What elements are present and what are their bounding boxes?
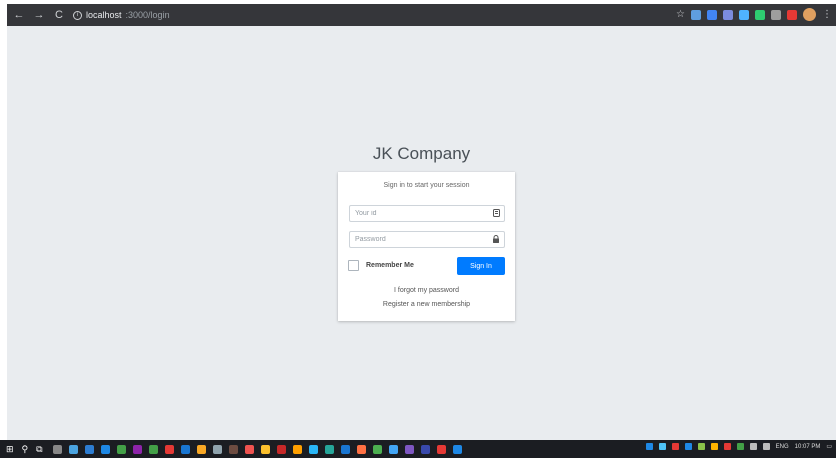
back-icon[interactable]: ← <box>13 9 25 21</box>
taskbar-app-icon[interactable] <box>68 444 78 454</box>
forgot-password-link[interactable]: I forgot my password <box>338 287 515 294</box>
task-view-icon[interactable]: ⧉ <box>36 444 42 455</box>
url-path: :3000/login <box>125 10 170 20</box>
lock-icon <box>492 234 500 245</box>
id-card-icon <box>493 208 500 219</box>
taskbar-app-icon[interactable] <box>132 444 142 454</box>
login-page: JK Company Sign in to start your session… <box>7 26 836 440</box>
extension-icon[interactable] <box>723 9 733 20</box>
clock[interactable]: 10:07 PM <box>795 444 821 450</box>
tray-icon[interactable] <box>710 443 718 450</box>
extension-icon[interactable] <box>691 9 701 20</box>
forward-icon[interactable]: → <box>33 9 45 21</box>
remember-me-checkbox[interactable] <box>348 260 359 271</box>
extensions-area: ☆ ⋮ <box>676 8 832 21</box>
taskbar-app-icon[interactable] <box>452 444 462 454</box>
browser-toolbar: ← → C i localhost:3000/login ☆ ⋮ <box>7 4 836 26</box>
pinned-apps <box>52 444 462 454</box>
reload-icon[interactable]: C <box>53 9 65 21</box>
tray-icon[interactable] <box>658 443 666 450</box>
address-bar[interactable]: i localhost:3000/login <box>73 10 170 20</box>
password-field[interactable] <box>349 231 505 248</box>
brand-title[interactable]: JK Company <box>7 144 836 164</box>
taskbar: ⊞ ⚲ ⧉ ENG 10:07 PM ▭ <box>0 440 836 458</box>
taskbar-app-icon[interactable] <box>420 444 430 454</box>
tray-icon[interactable] <box>749 443 757 450</box>
tray-icon[interactable] <box>736 443 744 450</box>
extension-icon[interactable] <box>755 9 765 20</box>
tray-icon[interactable] <box>723 443 731 450</box>
taskbar-app-icon[interactable] <box>164 444 174 454</box>
browser-menu-icon[interactable]: ⋮ <box>822 9 832 20</box>
taskbar-app-icon[interactable] <box>356 444 366 454</box>
taskbar-app-icon[interactable] <box>340 444 350 454</box>
tray-icon[interactable] <box>671 443 679 450</box>
taskbar-app-icon[interactable] <box>260 444 270 454</box>
taskbar-app-icon[interactable] <box>116 444 126 454</box>
taskbar-app-icon[interactable] <box>212 444 222 454</box>
extension-icon[interactable] <box>787 9 797 20</box>
taskbar-app-icon[interactable] <box>324 444 334 454</box>
tray-icon[interactable] <box>697 443 705 450</box>
system-tray: ENG 10:07 PM ▭ <box>645 443 832 450</box>
bookmark-star-icon[interactable]: ☆ <box>676 9 685 20</box>
taskbar-app-icon[interactable] <box>148 444 158 454</box>
search-icon[interactable]: ⚲ <box>22 444 29 455</box>
user-id-input[interactable] <box>355 210 485 217</box>
taskbar-app-icon[interactable] <box>196 444 206 454</box>
taskbar-app-icon[interactable] <box>388 444 398 454</box>
site-info-icon[interactable]: i <box>73 10 82 20</box>
extension-icon[interactable] <box>739 9 749 20</box>
taskbar-app-icon[interactable] <box>372 444 382 454</box>
profile-avatar[interactable] <box>803 8 816 21</box>
taskbar-app-icon[interactable] <box>436 444 446 454</box>
password-input[interactable] <box>355 236 485 243</box>
taskbar-app-icon[interactable] <box>100 444 110 454</box>
taskbar-app-icon[interactable] <box>52 444 62 454</box>
taskbar-app-icon[interactable] <box>244 444 254 454</box>
windows-start-icon[interactable]: ⊞ <box>6 444 14 455</box>
extension-icon[interactable] <box>707 9 717 20</box>
taskbar-app-icon[interactable] <box>84 444 94 454</box>
taskbar-app-icon[interactable] <box>292 444 302 454</box>
user-id-field[interactable] <box>349 205 505 222</box>
login-box-message: Sign in to start your session <box>383 182 470 189</box>
language-indicator[interactable]: ENG <box>776 444 789 450</box>
taskbar-app-icon[interactable] <box>228 444 238 454</box>
register-link[interactable]: Register a new membership <box>338 301 515 308</box>
login-card: Sign in to start your session Remember M… <box>338 172 515 321</box>
extension-icon[interactable] <box>771 9 781 20</box>
tray-icon[interactable] <box>645 443 653 450</box>
remember-me: Remember Me <box>348 260 414 271</box>
taskbar-app-icon[interactable] <box>180 444 190 454</box>
tray-icon[interactable] <box>762 443 770 450</box>
url-host: localhost <box>86 10 122 20</box>
remember-me-label[interactable]: Remember Me <box>366 262 414 269</box>
taskbar-app-icon[interactable] <box>308 444 318 454</box>
taskbar-app-icon[interactable] <box>276 444 286 454</box>
tray-icon[interactable] <box>684 443 692 450</box>
sign-in-button[interactable]: Sign In <box>457 257 505 275</box>
notifications-icon[interactable]: ▭ <box>826 443 832 450</box>
taskbar-app-icon[interactable] <box>404 444 414 454</box>
